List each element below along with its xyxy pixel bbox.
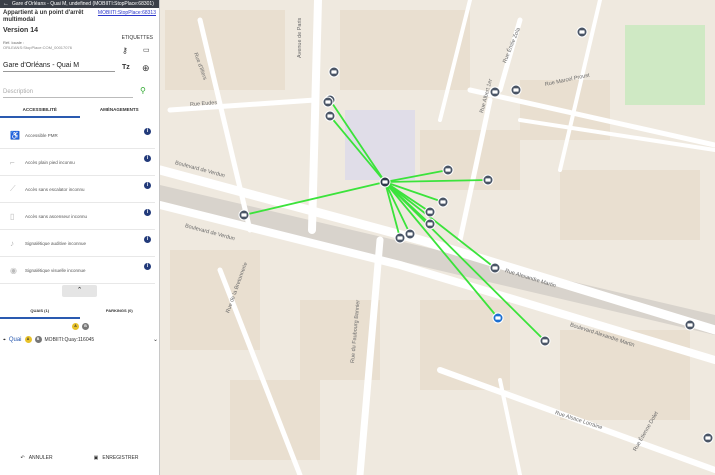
- info-icon[interactable]: i: [144, 236, 151, 243]
- save-icon: ▣: [93, 455, 99, 461]
- stop-name-field[interactable]: Gare d'Orléans - Quai M: [3, 62, 115, 72]
- access-item-label: Signalétique visuelle inconnue: [25, 267, 86, 273]
- bus-icon[interactable]: ▭: [143, 46, 150, 54]
- tab-accessibility[interactable]: ACCESSIBILITÉ: [0, 104, 80, 118]
- quay-badge-a: A: [24, 336, 32, 343]
- accessibility-list: ♿ Accessible PMR i ⌐ Accès plain pied in…: [0, 122, 159, 284]
- access-item-step[interactable]: ⌐ Accès plain pied inconnu i: [0, 149, 155, 176]
- access-item-audio[interactable]: ♪ Signalétique auditive inconnue i: [0, 230, 155, 257]
- tags-label[interactable]: ETIQUETTES: [122, 35, 153, 41]
- info-icon[interactable]: i: [144, 182, 151, 189]
- bus-stop-marker[interactable]: [394, 232, 406, 244]
- quay-legend: A B: [72, 323, 89, 330]
- description-field[interactable]: Description: [3, 89, 133, 98]
- bus-stop-marker[interactable]: [684, 319, 696, 331]
- version-label: Version 14: [3, 27, 39, 34]
- step-icon: ⌐: [10, 157, 15, 167]
- chevron-up-icon: ⌃: [76, 287, 83, 294]
- access-item-label: Accès plain pied inconnu: [25, 159, 75, 165]
- access-item-pmr[interactable]: ♿ Accessible PMR i: [0, 122, 155, 149]
- bus-stop-marker[interactable]: [404, 228, 416, 240]
- bus-stop-marker[interactable]: [482, 174, 494, 186]
- quay-tabs: QUAIS (1) PARKINGS (0): [0, 305, 159, 319]
- eye-icon: ◉: [10, 265, 17, 275]
- wheelchair-icon: ♿: [10, 130, 20, 140]
- street-label-avenue-paris: Avenue de Paris: [297, 17, 303, 58]
- collapse-button[interactable]: ⌃: [62, 285, 97, 297]
- access-item-visual[interactable]: ◉ Signalétique visuelle inconnue i: [0, 257, 155, 284]
- info-icon[interactable]: i: [144, 155, 151, 162]
- audio-icon: ♪: [10, 238, 14, 248]
- panel-titlebar: ← Gare d'Orléans - Quai M, undefined (MO…: [0, 0, 159, 8]
- bus-stop-marker[interactable]: [424, 206, 436, 218]
- access-item-escalator[interactable]: ⟋ Accès sans escalator inconnu i: [0, 176, 155, 203]
- bus-stop-marker[interactable]: [424, 218, 436, 230]
- cancel-label: ANNULER: [28, 455, 53, 461]
- detail-tabs: ACCESSIBILITÉ AMÉNAGEMENTS: [0, 104, 159, 118]
- quay-item[interactable]: ⌖ Quai A B MOBIITI:Quay:116045 ⌄: [3, 336, 158, 343]
- chevron-down-icon[interactable]: ⌄: [153, 336, 158, 343]
- undo-icon: ↶: [20, 455, 25, 461]
- key-icon[interactable]: ⚷: [122, 46, 128, 55]
- panel-title: Gare d'Orléans - Quai M, undefined (MOBI…: [12, 1, 154, 7]
- bus-stop-marker[interactable]: [510, 84, 522, 96]
- bus-stop-marker[interactable]: [539, 335, 551, 347]
- bus-stop-marker[interactable]: [324, 110, 336, 122]
- save-label: ENREGISTRER: [102, 455, 139, 461]
- info-icon[interactable]: i: [144, 263, 151, 270]
- park-area: [625, 25, 705, 105]
- bus-stop-marker[interactable]: [489, 262, 501, 274]
- selected-stop-marker[interactable]: [379, 176, 391, 188]
- stop-type-label: Appartient à un point d'arrêt multimodal: [3, 10, 84, 23]
- access-item-label: Accès sans ascenseur inconnu: [25, 213, 88, 219]
- bus-stop-marker[interactable]: [442, 164, 454, 176]
- timezone-icon[interactable]: Tz: [122, 64, 130, 71]
- tab-quays[interactable]: QUAIS (1): [0, 305, 80, 319]
- info-icon[interactable]: i: [144, 128, 151, 135]
- highlighted-stop-marker[interactable]: [492, 312, 504, 324]
- legend-dot-a: A: [72, 323, 79, 330]
- back-arrow-icon[interactable]: ←: [3, 0, 9, 8]
- quay-badge-b: B: [34, 336, 42, 343]
- save-button[interactable]: ▣ ENREGISTRER: [94, 455, 139, 461]
- elevator-icon: ▯: [10, 211, 15, 221]
- tab-amenities[interactable]: AMÉNAGEMENTS: [80, 104, 160, 118]
- access-item-label: Accessible PMR: [25, 132, 58, 138]
- escalator-icon: ⟋: [10, 184, 16, 193]
- walk-icon[interactable]: ⚲: [140, 86, 146, 95]
- parent-stop-link[interactable]: MOBIITI:StopPlace:68313: [98, 10, 156, 16]
- info-icon[interactable]: i: [144, 209, 151, 216]
- bus-stop-marker[interactable]: [702, 432, 714, 444]
- quay-id: MOBIITI:Quay:116045: [44, 336, 95, 343]
- cancel-button[interactable]: ↶ ANNULER: [21, 455, 53, 461]
- location-pin-icon[interactable]: ⌖: [3, 337, 6, 343]
- panel-footer: ↶ ANNULER ▣ ENREGISTRER: [0, 450, 159, 466]
- tab-parkings[interactable]: PARKINGS (0): [80, 305, 160, 319]
- access-item-label: Accès sans escalator inconnu: [25, 186, 85, 192]
- station-area: [345, 110, 415, 180]
- quay-label: Quai: [8, 336, 22, 343]
- bus-stop-marker[interactable]: [238, 209, 250, 221]
- access-item-elevator[interactable]: ▯ Accès sans ascenseur inconnu i: [0, 203, 155, 230]
- access-item-label: Signalétique auditive inconnue: [25, 240, 87, 246]
- ref-value: ORLEANS:StopPlace:COM_00017076: [3, 45, 72, 50]
- bus-stop-marker[interactable]: [328, 66, 340, 78]
- legend-dot-b: B: [82, 323, 89, 330]
- globe-icon[interactable]: ⊕: [142, 63, 150, 74]
- stop-editor-panel: ← Gare d'Orléans - Quai M, undefined (MO…: [0, 0, 160, 475]
- bus-stop-marker[interactable]: [576, 26, 588, 38]
- bus-stop-marker[interactable]: [322, 96, 334, 108]
- panel-header: Appartient à un point d'arrêt multimodal…: [0, 8, 159, 68]
- bus-stop-marker[interactable]: [437, 196, 449, 208]
